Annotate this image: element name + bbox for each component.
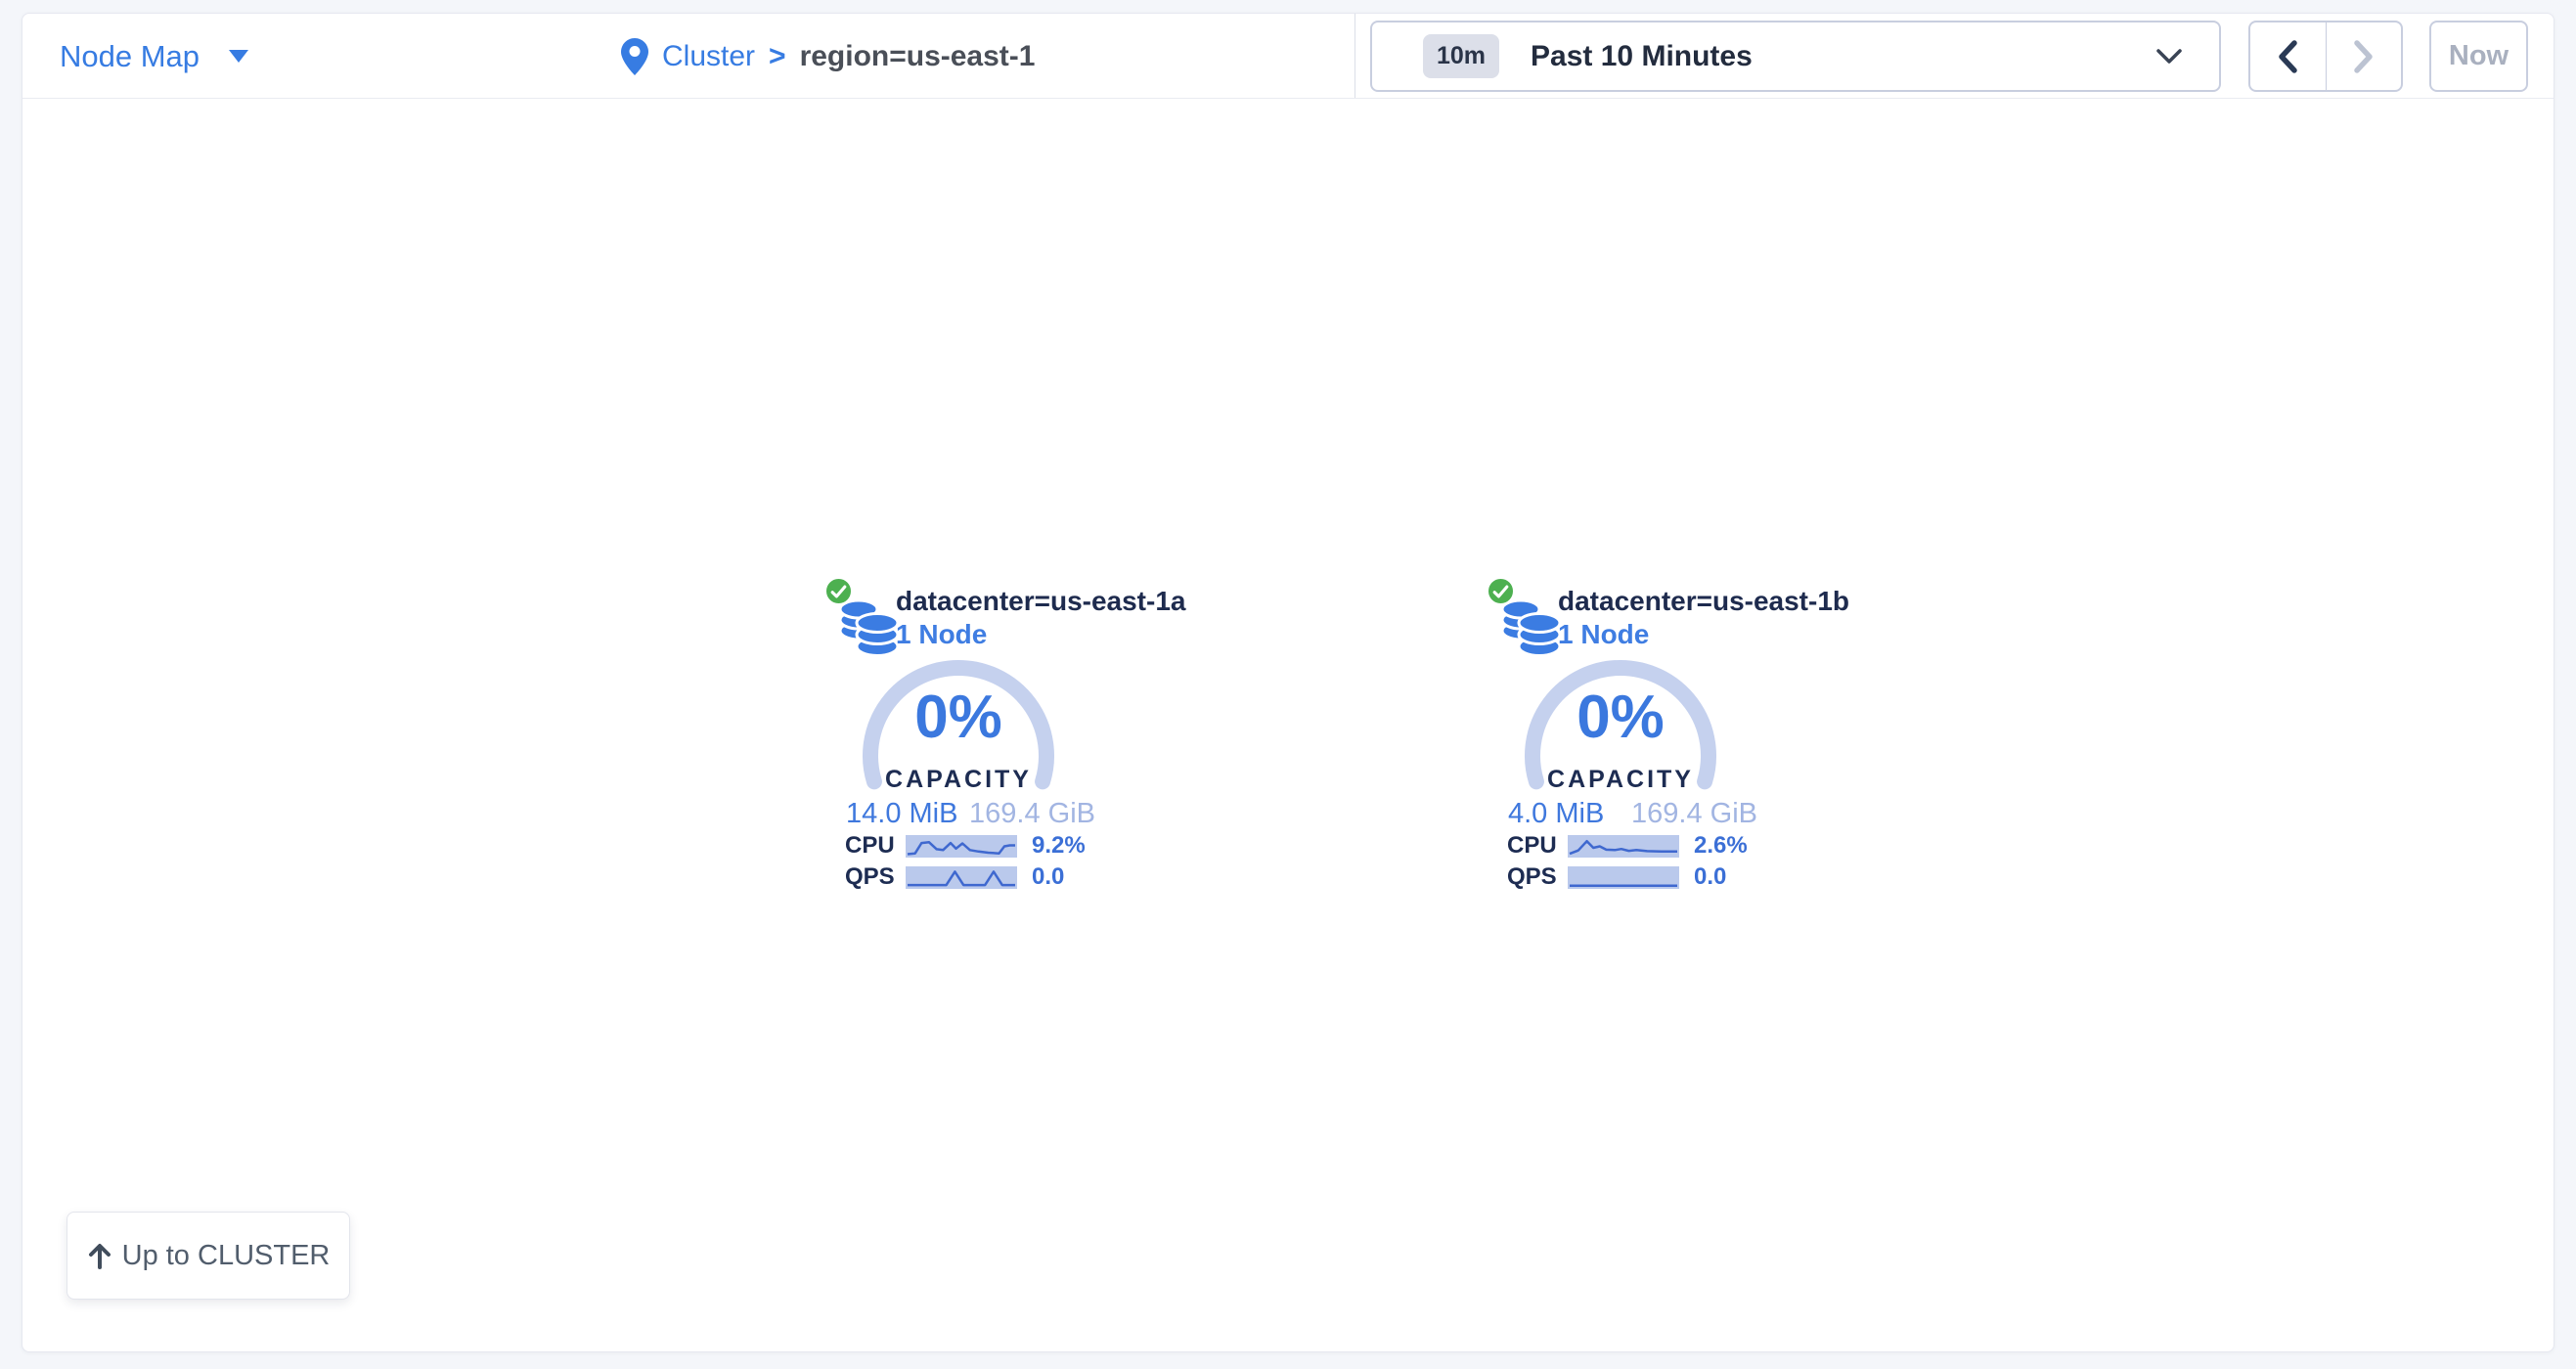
cpu-value: 9.2% xyxy=(1032,832,1086,860)
qps-value: 0.0 xyxy=(1032,863,1064,891)
node-map-canvas: datacenter=us-east-1a 1 Node 0% CAPACITY… xyxy=(22,99,2554,1352)
qps-metric-row: QPS 0.0 xyxy=(1507,865,1726,889)
capacity-percent: 0% xyxy=(1513,687,1728,748)
capacity-values: 14.0 MiB 169.4 GiB xyxy=(846,798,1095,830)
qps-metric-row: QPS 0.0 xyxy=(845,865,1064,889)
cpu-metric-row: CPU 2.6% xyxy=(1507,834,1748,858)
caret-down-icon xyxy=(229,50,248,63)
locality-title: datacenter=us-east-1b xyxy=(1558,586,1849,617)
header-bar: Node Map Cluster > region=us-east-1 10m … xyxy=(22,14,2554,99)
qps-value: 0.0 xyxy=(1694,863,1726,891)
capacity-percent: 0% xyxy=(851,687,1066,748)
check-icon xyxy=(830,585,847,598)
capacity-label: CAPACITY xyxy=(851,766,1066,794)
locality-card-us-east-1a[interactable]: datacenter=us-east-1a 1 Node 0% CAPACITY… xyxy=(828,574,1161,903)
time-next-button[interactable] xyxy=(2327,22,2402,90)
qps-label: QPS xyxy=(1507,863,1560,891)
up-to-cluster-label: Up to CLUSTER xyxy=(122,1240,331,1272)
time-nav-buttons xyxy=(2248,21,2403,92)
qps-sparkline xyxy=(1568,866,1679,889)
up-to-cluster-button[interactable]: Up to CLUSTER xyxy=(67,1212,350,1300)
qps-label: QPS xyxy=(845,863,898,891)
location-pin-icon xyxy=(621,38,648,75)
chevron-left-icon xyxy=(2277,40,2298,73)
locality-node-count: 1 Node xyxy=(896,619,987,650)
cpu-sparkline xyxy=(906,835,1017,858)
locality-title: datacenter=us-east-1a xyxy=(896,586,1185,617)
capacity-used: 14.0 MiB xyxy=(846,798,957,830)
arrow-up-icon xyxy=(87,1242,112,1269)
capacity-total: 169.4 GiB xyxy=(969,798,1095,830)
healthy-check-badge xyxy=(823,576,854,606)
cpu-label: CPU xyxy=(1507,832,1560,860)
time-window-dropdown[interactable]: 10m Past 10 Minutes xyxy=(1370,21,2221,92)
check-icon xyxy=(1492,585,1509,598)
breadcrumb-separator: > xyxy=(769,40,786,73)
view-selector-dropdown[interactable]: Node Map xyxy=(60,14,248,99)
chevron-right-icon xyxy=(2353,40,2375,73)
view-selector-label: Node Map xyxy=(60,39,200,74)
locality-card-us-east-1b[interactable]: datacenter=us-east-1b 1 Node 0% CAPACITY… xyxy=(1490,574,1823,903)
healthy-check-badge xyxy=(1486,576,1516,606)
time-window-badge: 10m xyxy=(1423,34,1499,78)
cpu-metric-row: CPU 9.2% xyxy=(845,834,1086,858)
breadcrumb: Cluster > region=us-east-1 xyxy=(621,14,1035,99)
capacity-values: 4.0 MiB 169.4 GiB xyxy=(1508,798,1757,830)
capacity-total: 169.4 GiB xyxy=(1631,798,1757,830)
time-window-label: Past 10 Minutes xyxy=(1531,40,1753,73)
capacity-used: 4.0 MiB xyxy=(1508,798,1604,830)
qps-sparkline xyxy=(906,866,1017,889)
cpu-value: 2.6% xyxy=(1694,832,1748,860)
time-prev-button[interactable] xyxy=(2250,22,2327,90)
cpu-label: CPU xyxy=(845,832,898,860)
node-map-panel: Node Map Cluster > region=us-east-1 10m … xyxy=(22,13,2554,1352)
now-button[interactable]: Now xyxy=(2429,21,2528,92)
capacity-label: CAPACITY xyxy=(1513,766,1728,794)
breadcrumb-current: region=us-east-1 xyxy=(800,40,1036,73)
breadcrumb-cluster-link[interactable]: Cluster xyxy=(662,40,755,73)
cpu-sparkline xyxy=(1568,835,1679,858)
chevron-down-icon xyxy=(2156,49,2182,65)
locality-node-count: 1 Node xyxy=(1558,619,1649,650)
